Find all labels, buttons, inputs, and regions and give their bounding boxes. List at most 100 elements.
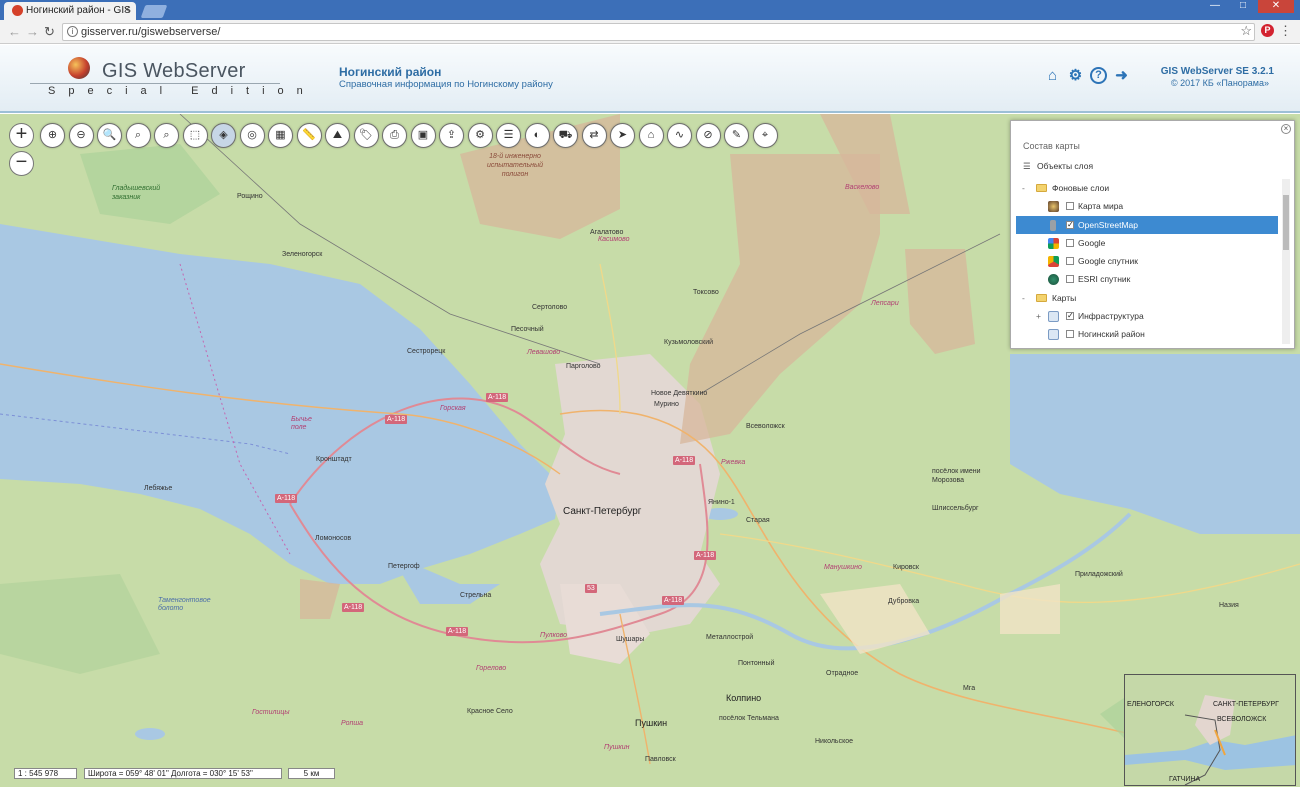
label-metallostroy: Металлострой bbox=[706, 634, 754, 641]
road-shield-a118: A-118 bbox=[486, 393, 509, 402]
search-area-icon[interactable]: ⌕ bbox=[154, 123, 179, 148]
tree-folder-background[interactable]: - Фоновые слои bbox=[1016, 179, 1278, 197]
address-bar[interactable]: i gisserver.ru/giswebserverse/ bbox=[62, 23, 1255, 41]
logo-title: GIS WebServer bbox=[102, 60, 246, 82]
minimize-window-icon[interactable]: — bbox=[1204, 0, 1226, 13]
home-icon[interactable]: ⌂ bbox=[1044, 67, 1061, 84]
scale-readout: 1 : 545 978 bbox=[14, 768, 77, 779]
radius-icon[interactable]: ◎ bbox=[239, 123, 265, 148]
app-header: GIS WebServer Special Edition Ногинский … bbox=[0, 45, 1300, 113]
zoom-out-button[interactable]: − bbox=[9, 151, 34, 176]
zoom-out-area-icon[interactable]: ⊖ bbox=[68, 123, 94, 148]
settings-icon[interactable]: ⚙ bbox=[467, 123, 493, 148]
version-text: GIS WebServer SE 3.2.1 bbox=[1160, 66, 1274, 77]
minimap-label-zel: ЕЛЕНОГОРСК bbox=[1127, 701, 1174, 708]
tree-folder-maps[interactable]: - Карты bbox=[1016, 289, 1278, 307]
layer-label: Ногинский район bbox=[1078, 329, 1145, 340]
label-otradnoe: Отрадное bbox=[826, 670, 859, 677]
layers-icon[interactable]: ◈ bbox=[211, 123, 236, 148]
settings-icon[interactable]: ⚙ bbox=[1067, 67, 1084, 84]
panel-scrollbar[interactable] bbox=[1282, 179, 1290, 344]
header-icons: ⌂ ⚙ ? ➜ bbox=[1044, 67, 1130, 85]
layer-checkbox[interactable] bbox=[1066, 275, 1074, 284]
search-icon[interactable]: 🔍 bbox=[97, 123, 122, 148]
navigate-icon[interactable]: ➤ bbox=[610, 123, 635, 148]
zoom-in-button[interactable]: + bbox=[9, 123, 34, 148]
label-novoe-devyatkino: Новое Девяткино bbox=[651, 390, 708, 397]
layer-checkbox[interactable]: ✓ bbox=[1066, 312, 1074, 321]
road-shield-a118: A-118 bbox=[446, 627, 469, 636]
hide-tools-icon[interactable]: ⊘ bbox=[695, 123, 721, 148]
layer-row[interactable]: ✓ OpenStreetMap ⚙ bbox=[1016, 215, 1290, 234]
select-area-icon[interactable]: ⬚ bbox=[182, 123, 208, 148]
label-bychye-pole: Бычье поле bbox=[291, 416, 312, 431]
login-icon[interactable]: ➜ bbox=[1113, 67, 1130, 84]
overview-minimap[interactable]: САНКТ-ПЕТЕРБУРГ ВСЕВОЛОЖСК ЕЛЕНОГОРСК ГА… bbox=[1124, 674, 1296, 786]
legend-icon[interactable]: ☰ bbox=[496, 123, 521, 148]
layer-objects-link[interactable]: ☰ Объекты слоя bbox=[1023, 161, 1093, 172]
label-kasimovo: Касимово bbox=[598, 236, 630, 243]
layer-row[interactable]: Google ⚙ bbox=[1016, 234, 1290, 252]
pinterest-icon[interactable]: P bbox=[1261, 24, 1274, 37]
layer-checkbox[interactable] bbox=[1066, 202, 1074, 211]
layer-checkbox[interactable]: ✓ bbox=[1066, 220, 1074, 229]
layer-checkbox[interactable] bbox=[1066, 238, 1074, 247]
help-icon[interactable]: ? bbox=[1090, 67, 1107, 84]
layer-row[interactable]: + ✓ Инфраструктура ⚙ bbox=[1016, 307, 1290, 325]
reload-icon[interactable]: ↻ bbox=[44, 24, 55, 40]
maximize-window-icon[interactable]: □ bbox=[1232, 0, 1254, 13]
grid-icon[interactable]: ▦ bbox=[268, 123, 293, 148]
zoom-in-area-icon[interactable]: ⊕ bbox=[40, 123, 65, 148]
layer-row[interactable]: Google спутник ⚙ bbox=[1016, 252, 1290, 270]
label-pulkovo: Пулково bbox=[540, 632, 568, 639]
layer-row[interactable]: Карта мира ⚙ bbox=[1016, 197, 1290, 215]
tree-folder-label: Карты bbox=[1052, 292, 1077, 303]
road-shield-a118: A-118 bbox=[385, 415, 408, 424]
path-icon[interactable]: ∿ bbox=[667, 123, 692, 148]
layer-checkbox[interactable] bbox=[1066, 330, 1074, 339]
bookmark-star-icon[interactable]: ☆ bbox=[1240, 23, 1252, 39]
tab-close-icon[interactable]: × bbox=[124, 4, 130, 16]
objects-icon[interactable]: ⌂ bbox=[638, 123, 664, 148]
print-icon[interactable]: ⎙ bbox=[382, 123, 407, 148]
map-view[interactable]: Санкт-Петербург Кронштадт Сестрорецк Зел… bbox=[0, 114, 1300, 787]
label-spb: Санкт-Петербург bbox=[563, 506, 642, 517]
collapse-toggle[interactable]: - bbox=[1022, 289, 1030, 307]
new-tab-button[interactable] bbox=[140, 5, 168, 18]
transfer-icon[interactable]: ⇄ bbox=[581, 123, 607, 148]
screenshot-icon[interactable]: ▣ bbox=[410, 123, 436, 148]
draw-icon[interactable]: ✎ bbox=[724, 123, 749, 148]
site-info-icon[interactable]: i bbox=[67, 26, 78, 37]
share-icon[interactable]: ⇪ bbox=[439, 123, 464, 148]
marker-icon[interactable]: ⌖ bbox=[752, 123, 778, 148]
layer-row[interactable]: ESRI спутник ⚙ bbox=[1016, 270, 1290, 288]
label-pesochny: Песочный bbox=[511, 326, 544, 333]
area-measure-icon[interactable]: ⛰ bbox=[325, 123, 350, 148]
browser-menu-icon[interactable]: ⋮ bbox=[1279, 23, 1292, 39]
tag-icon[interactable]: 🏷 bbox=[353, 123, 379, 148]
collapse-toggle[interactable]: - bbox=[1022, 179, 1030, 197]
route-icon[interactable]: ⛟ bbox=[553, 123, 578, 148]
ruler-icon[interactable]: 📏 bbox=[296, 123, 322, 148]
layer-row[interactable]: Ногинский район ⚙ bbox=[1016, 325, 1290, 343]
browser-tab[interactable]: Ногинский район - GIS × bbox=[4, 2, 136, 20]
close-window-icon[interactable]: ✕ bbox=[1258, 0, 1294, 13]
layer-tree: - Фоновые слои Карта мира ⚙ ✓ OpenStreet… bbox=[1016, 179, 1290, 344]
expand-toggle[interactable]: + bbox=[1036, 307, 1044, 325]
minimap-label-vsev: ВСЕВОЛОЖСК bbox=[1217, 716, 1267, 723]
panel-close-icon[interactable]: × bbox=[1281, 124, 1291, 134]
builder-icon[interactable]: ◐ bbox=[524, 123, 550, 148]
label-kuzmolovsky: Кузьмоловский bbox=[664, 339, 714, 346]
scrollbar-thumb[interactable] bbox=[1283, 195, 1289, 250]
layer-label: ESRI спутник bbox=[1078, 274, 1131, 285]
label-pavlovsk: Павловск bbox=[645, 756, 676, 763]
back-icon[interactable]: ← bbox=[8, 24, 21, 39]
layer-checkbox[interactable] bbox=[1066, 257, 1074, 266]
label-agalatovo: Агалатово bbox=[590, 229, 624, 236]
map-composition-panel: × Состав карты ☰ Объекты слоя - Фоновые с… bbox=[1010, 120, 1295, 349]
label-kronshtadt: Кронштадт bbox=[316, 456, 352, 463]
search-address-icon[interactable]: ⌕ bbox=[125, 123, 151, 148]
label-pargolovo: Парголово bbox=[566, 363, 601, 370]
forward-icon[interactable]: → bbox=[26, 24, 39, 39]
label-gorskaya: Горская bbox=[440, 405, 466, 412]
